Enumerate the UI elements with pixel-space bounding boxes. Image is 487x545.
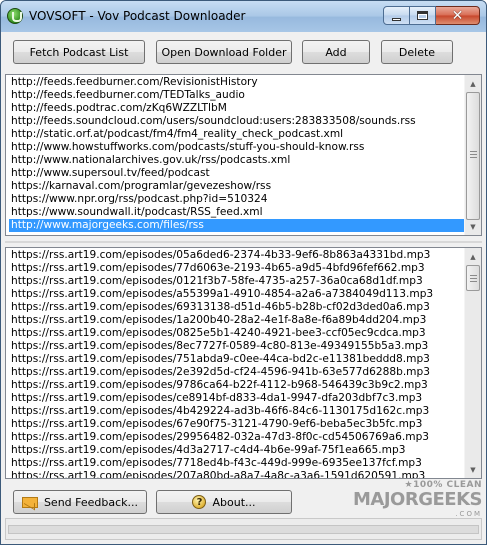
- episode-list-item[interactable]: https://rss.art19.com/episodes/8ec7727f-…: [9, 340, 464, 353]
- maximize-icon: [417, 11, 428, 20]
- episode-list-item[interactable]: https://rss.art19.com/episodes/67e90f75-…: [9, 418, 464, 431]
- episode-list-items: https://rss.art19.com/episodes/05a6ded6-…: [9, 249, 464, 478]
- episode-list-item[interactable]: https://rss.art19.com/episodes/ce8914bf-…: [9, 392, 464, 405]
- episode-list-item[interactable]: https://rss.art19.com/episodes/0825e5b1-…: [9, 327, 464, 340]
- feed-list-item[interactable]: http://feeds.soundcloud.com/users/soundc…: [9, 115, 464, 128]
- watermark-line1: ★100% CLEAN: [404, 480, 482, 490]
- feed-list-item[interactable]: http://feeds.feedburner.com/RevisionistH…: [9, 76, 464, 89]
- window-title: VOVSOFT - Vov Podcast Downloader: [29, 9, 246, 23]
- status-bar: [5, 518, 482, 540]
- episode-list-item[interactable]: https://rss.art19.com/episodes/0121f3b7-…: [9, 275, 464, 288]
- episode-list-item[interactable]: https://rss.art19.com/episodes/751abda9-…: [9, 353, 464, 366]
- episode-list-item[interactable]: https://rss.art19.com/episodes/29956482-…: [9, 431, 464, 444]
- feed-list-item[interactable]: https://www.npr.org/rss/podcast.php?id=5…: [9, 193, 464, 206]
- scroll-down-arrow-icon[interactable]: ▼: [465, 218, 481, 235]
- episode-scroll-thumb[interactable]: [466, 265, 480, 291]
- app-logo-icon[interactable]: [7, 8, 23, 24]
- scroll-up-arrow-icon[interactable]: ▲: [465, 75, 481, 92]
- scroll-up-arrow-icon[interactable]: ▲: [465, 248, 481, 265]
- feed-list-item[interactable]: http://feeds.feedburner.com/TEDTalks_aud…: [9, 89, 464, 102]
- close-button[interactable]: ✕: [436, 6, 480, 25]
- maximize-button[interactable]: [410, 6, 436, 25]
- grip-line: [470, 281, 477, 282]
- feed-list-item[interactable]: https://www.soundwall.it/podcast/RSS_fee…: [9, 206, 464, 219]
- feed-list[interactable]: http://feeds.feedburner.com/RevisionistH…: [5, 74, 482, 236]
- client-area: Fetch Podcast List Open Download Folder …: [1, 32, 486, 544]
- feed-scroll-thumb[interactable]: [466, 92, 480, 220]
- watermark-line2: MAJORGEEKS: [353, 489, 482, 510]
- send-feedback-label: Send Feedback...: [43, 495, 139, 509]
- minimize-button[interactable]: [383, 6, 410, 25]
- grip-line: [470, 157, 477, 158]
- watermark-line3: .COM: [455, 510, 482, 518]
- minimize-icon: [392, 17, 401, 21]
- feed-list-item[interactable]: http://static.orf.at/podcast/fm4/fm4_rea…: [9, 128, 464, 141]
- grip-line: [470, 154, 477, 155]
- feed-list-item[interactable]: http://www.majorgeeks.com/files/rss: [9, 219, 464, 232]
- majorgeeks-watermark: ★100% CLEAN MAJORGEEKS .COM: [353, 480, 482, 518]
- episode-list-item[interactable]: https://rss.art19.com/episodes/4b429224-…: [9, 405, 464, 418]
- grip-line: [470, 278, 477, 279]
- episode-list-item[interactable]: https://rss.art19.com/episodes/7718ed4b-…: [9, 457, 464, 470]
- feed-list-item[interactable]: http://www.nationalarchives.gov.uk/rss/p…: [9, 154, 464, 167]
- episode-list[interactable]: https://rss.art19.com/episodes/05a6ded6-…: [5, 247, 482, 479]
- fetch-podcast-list-button[interactable]: Fetch Podcast List: [13, 40, 145, 64]
- episode-list-item[interactable]: https://rss.art19.com/episodes/207a80bd-…: [9, 470, 464, 478]
- episode-list-scrollbar[interactable]: ▲ ▼: [464, 248, 481, 478]
- question-mark-icon: ?: [192, 495, 207, 509]
- grip-line: [470, 275, 477, 276]
- add-button[interactable]: Add: [302, 40, 370, 64]
- splitter[interactable]: [5, 241, 482, 243]
- app-window: VOVSOFT - Vov Podcast Downloader ✕ Fetch…: [0, 0, 487, 545]
- close-icon: ✕: [451, 7, 464, 24]
- about-button[interactable]: ? About...: [156, 490, 292, 514]
- episode-list-item[interactable]: https://rss.art19.com/episodes/69313138-…: [9, 301, 464, 314]
- feed-list-item[interactable]: http://feeds.podtrac.com/zKq6WZZLTlbM: [9, 102, 464, 115]
- envelope-icon: [21, 496, 38, 508]
- episode-list-item[interactable]: https://rss.art19.com/episodes/4d3a2717-…: [9, 444, 464, 457]
- feed-list-item[interactable]: http://www.supersoul.tv/feed/podcast: [9, 167, 464, 180]
- feed-list-items: http://feeds.feedburner.com/RevisionistH…: [9, 76, 464, 232]
- feed-list-scrollbar[interactable]: ▲ ▼: [464, 75, 481, 235]
- episode-list-item[interactable]: https://rss.art19.com/episodes/9786ca64-…: [9, 379, 464, 392]
- episode-list-item[interactable]: https://rss.art19.com/episodes/a55399a1-…: [9, 288, 464, 301]
- feed-list-item[interactable]: https://karnaval.com/programlar/gevezesh…: [9, 180, 464, 193]
- episode-list-item[interactable]: https://rss.art19.com/episodes/77d6063e-…: [9, 262, 464, 275]
- open-download-folder-button[interactable]: Open Download Folder: [156, 40, 292, 64]
- delete-button[interactable]: Delete: [381, 40, 453, 64]
- grip-line: [470, 151, 477, 152]
- feed-list-item[interactable]: http://www.howstuffworks.com/podcasts/st…: [9, 141, 464, 154]
- episode-list-item[interactable]: https://rss.art19.com/episodes/2e392d5d-…: [9, 366, 464, 379]
- episode-list-item[interactable]: https://rss.art19.com/episodes/05a6ded6-…: [9, 249, 464, 262]
- about-label: About...: [212, 495, 256, 509]
- caption-buttons: ✕: [383, 6, 480, 26]
- title-bar[interactable]: VOVSOFT - Vov Podcast Downloader ✕: [1, 1, 486, 32]
- episode-list-item[interactable]: https://rss.art19.com/episodes/1a200b40-…: [9, 314, 464, 327]
- scroll-down-arrow-icon[interactable]: ▼: [465, 461, 481, 478]
- send-feedback-button[interactable]: Send Feedback...: [13, 490, 147, 514]
- progress-bar: [8, 525, 479, 534]
